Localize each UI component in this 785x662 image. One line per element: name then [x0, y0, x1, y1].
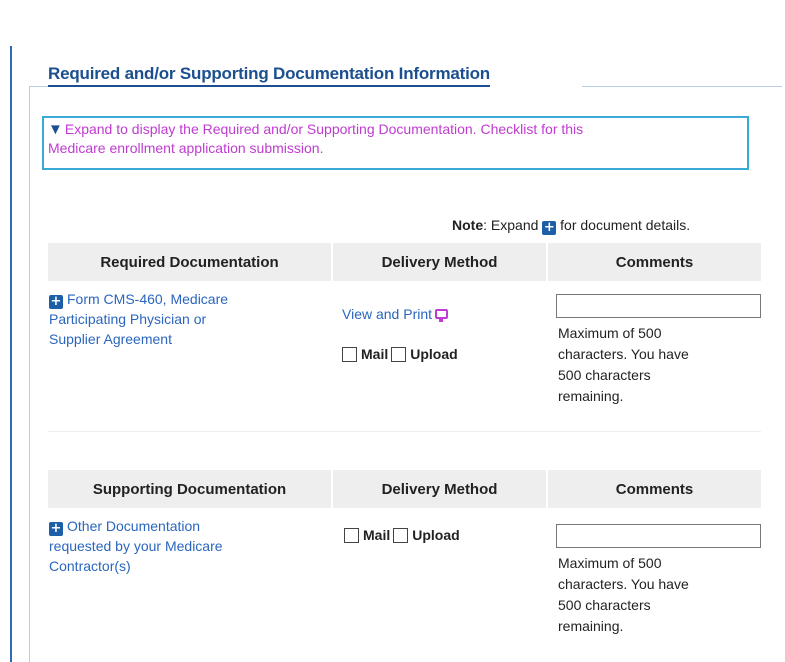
helper-line: remaining. — [558, 388, 624, 404]
note-text-b: for document details. — [560, 217, 691, 233]
fieldset-border-top-left — [29, 86, 49, 87]
header-comments: Comments — [548, 243, 761, 281]
comments-input[interactable] — [556, 294, 761, 318]
helper-line: characters. You have — [558, 346, 689, 362]
helper-line: 500 characters — [558, 597, 651, 613]
mail-label: Mail — [363, 527, 391, 543]
comments-input[interactable] — [556, 524, 761, 548]
delivery-method-options: Mail Upload — [344, 527, 463, 543]
header-delivery-method: Delivery Method — [333, 243, 546, 281]
row-divider — [48, 431, 761, 432]
plus-icon: + — [542, 220, 557, 235]
doc-line: Form CMS-460, Medicare — [67, 291, 229, 307]
helper-line: Maximum of 500 — [558, 325, 662, 341]
doc-line: Contractor(s) — [49, 558, 131, 574]
upload-label: Upload — [410, 346, 458, 362]
page-left-border — [10, 46, 12, 662]
fieldset-border-left — [29, 86, 30, 662]
header-required-documentation: Required Documentation — [48, 243, 331, 281]
header-supporting-documentation: Supporting Documentation — [48, 470, 331, 508]
upload-checkbox[interactable] — [391, 346, 407, 362]
helper-line: 500 characters — [558, 367, 651, 383]
section-title: Required and/or Supporting Documentation… — [48, 64, 490, 87]
doc-line: requested by your Medicare — [49, 538, 223, 554]
helper-line: characters. You have — [558, 576, 689, 592]
form-cms-460-link[interactable]: + Form CMS-460, Medicare Participating Ph… — [49, 289, 319, 349]
expand-text-line1: Expand to display the Required and/or Su… — [64, 121, 584, 137]
upload-checkbox[interactable] — [393, 527, 409, 543]
view-and-print-link[interactable]: View and Print — [342, 306, 449, 322]
note-label: Note — [452, 217, 484, 233]
doc-line: Supplier Agreement — [49, 331, 172, 347]
note-text: Note: Expand + for document details. — [452, 217, 690, 235]
helper-line: Maximum of 500 — [558, 555, 662, 571]
doc-line: Other Documentation — [67, 518, 201, 534]
view-and-print-label: View and Print — [342, 306, 433, 322]
header-delivery-method: Delivery Method — [333, 470, 546, 508]
mail-checkbox[interactable] — [344, 527, 359, 543]
upload-label: Upload — [412, 527, 460, 543]
mail-label: Mail — [361, 346, 389, 362]
comments-helper-text: Maximum of 500 characters. You have 500 … — [558, 323, 758, 407]
fieldset-border-top-right — [582, 86, 782, 87]
helper-line: remaining. — [558, 618, 624, 634]
other-documentation-link[interactable]: + Other Documentation requested by your M… — [49, 516, 319, 576]
print-preview-icon[interactable] — [435, 309, 449, 322]
mail-checkbox[interactable] — [342, 346, 357, 362]
plus-icon[interactable]: + — [49, 522, 63, 536]
header-comments: Comments — [548, 470, 761, 508]
expand-text-line2: Medicare enrollment application submissi… — [48, 140, 324, 156]
delivery-method-options: Mail Upload — [342, 346, 461, 362]
expand-documentation-toggle[interactable]: ▼ Expand to display the Required and/or S… — [42, 116, 749, 170]
plus-icon[interactable]: + — [49, 295, 63, 309]
comments-helper-text: Maximum of 500 characters. You have 500 … — [558, 553, 758, 637]
note-text-a: : Expand — [483, 217, 539, 233]
doc-line: Participating Physician or — [49, 311, 207, 327]
triangle-down-icon: ▼ — [48, 121, 63, 138]
